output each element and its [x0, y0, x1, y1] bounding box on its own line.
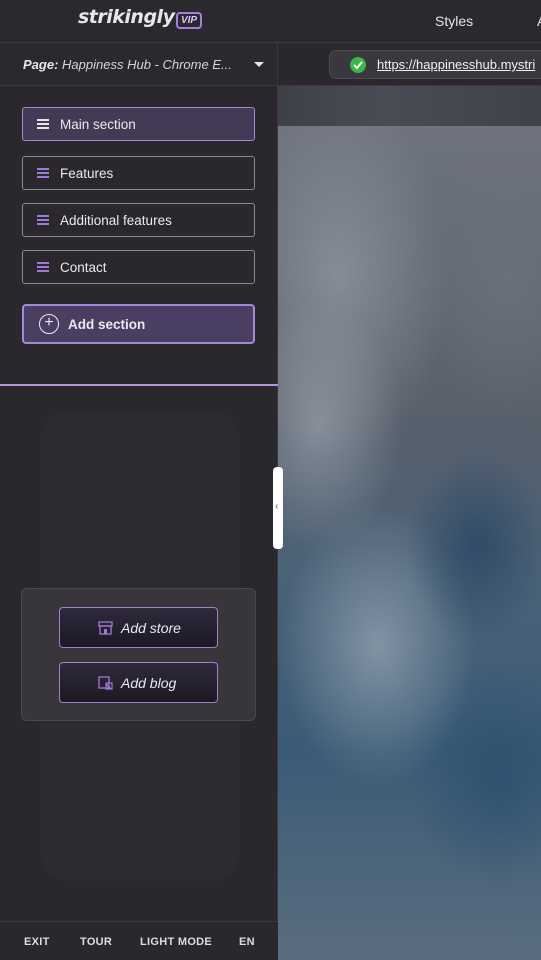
url-bar: https://happinesshub.mystri [278, 43, 541, 86]
nav-next-item[interactable]: A [537, 13, 541, 29]
page-selector-label: Page: Happiness Hub - Chrome E... [23, 57, 232, 72]
language-selector[interactable]: EN [239, 936, 255, 948]
drag-handle-icon[interactable] [37, 168, 49, 178]
section-item-contact[interactable]: Contact [22, 250, 255, 284]
plus-circle-icon: + [39, 314, 59, 334]
section-item-additional-features[interactable]: Additional features [22, 203, 255, 237]
page-name: Happiness Hub - Chrome E... [62, 57, 232, 72]
section-label: Features [60, 166, 114, 181]
section-label: Additional features [60, 213, 172, 228]
nav-styles[interactable]: Styles [435, 13, 473, 29]
exit-link[interactable]: EXIT [24, 936, 50, 948]
page-selector[interactable]: Page: Happiness Hub - Chrome E... [0, 43, 278, 86]
blog-icon [98, 676, 113, 690]
add-blog-button[interactable]: Add blog [59, 662, 218, 703]
sidebar-footer: EXIT TOUR LIGHT MODE EN [0, 921, 278, 960]
add-section-button[interactable]: + Add section [22, 304, 255, 344]
add-store-blog-panel: Add store Add blog [21, 588, 256, 721]
store-icon [98, 621, 113, 635]
add-store-label: Add store [121, 620, 181, 636]
chevron-left-icon: ‹ [275, 501, 279, 512]
check-circle-icon [350, 57, 366, 73]
section-item-features[interactable]: Features [22, 156, 255, 190]
section-label: Main section [60, 117, 136, 132]
drag-handle-icon[interactable] [37, 262, 49, 272]
preview-header-strip [278, 86, 541, 126]
tour-link[interactable]: TOUR [80, 936, 112, 948]
add-section-label: Add section [68, 317, 146, 332]
chevron-down-icon[interactable] [254, 62, 264, 67]
vip-badge: VIP [176, 12, 202, 29]
section-label: Contact [60, 260, 107, 275]
sidebar: Main section Features Additional feature… [0, 86, 278, 960]
drag-handle-icon[interactable] [37, 119, 49, 129]
page-prefix: Page: [23, 57, 59, 72]
top-bar: strikingly VIP Styles A [0, 0, 541, 43]
site-preview-canvas[interactable] [278, 86, 541, 960]
site-url-link[interactable]: https://happinesshub.mystri [377, 57, 535, 72]
sidebar-divider [0, 384, 278, 386]
add-store-button[interactable]: Add store [59, 607, 218, 648]
sidebar-collapse-handle[interactable]: ‹ [273, 467, 283, 549]
light-mode-toggle[interactable]: LIGHT MODE [140, 936, 212, 948]
hero-background-image [278, 126, 541, 960]
drag-handle-icon[interactable] [37, 215, 49, 225]
strikingly-logo[interactable]: strikingly [78, 6, 175, 28]
section-item-main[interactable]: Main section [22, 107, 255, 141]
add-blog-label: Add blog [121, 675, 177, 691]
site-url-pill[interactable]: https://happinesshub.mystri [329, 50, 541, 79]
